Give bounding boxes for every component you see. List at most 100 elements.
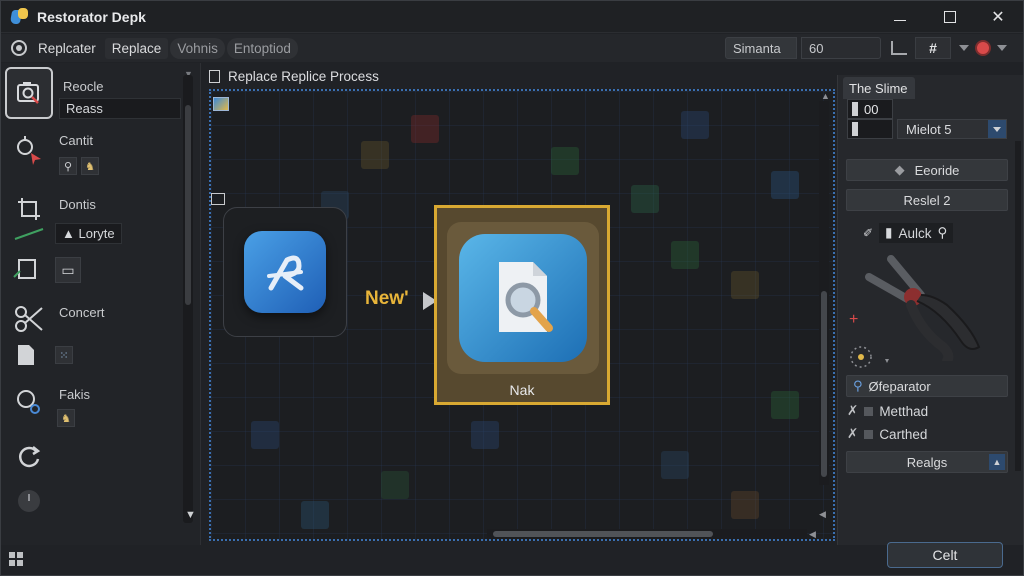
reload-button[interactable]: Realgs ▲ <box>846 451 1008 473</box>
scroll-down-icon[interactable]: ▼ <box>185 509 196 521</box>
tool-concert[interactable]: Concert <box>9 299 105 339</box>
tool-sub-item-loryte[interactable]: ▲ Loryte <box>55 223 122 244</box>
grid-dots-icon[interactable]: ⁙ <box>55 346 73 364</box>
frame-icon[interactable] <box>211 193 225 205</box>
chevron-down-icon[interactable] <box>997 45 1007 51</box>
source-app-box[interactable] <box>223 207 347 337</box>
menu-item-entoptiod[interactable]: Entoptiod <box>226 37 298 59</box>
tool-fakis[interactable]: Fakis <box>9 381 90 421</box>
menu-item-replace[interactable]: Replace <box>104 37 169 59</box>
search-icon: ⚲ <box>937 225 948 240</box>
grid-toggle-button[interactable]: # <box>915 37 951 59</box>
tool-label: Dontis <box>59 197 96 212</box>
tool-sub-row: Reass <box>59 98 181 119</box>
mode-select-value: Mielot 5 <box>906 121 952 137</box>
tool-sub-label: Loryte <box>78 226 115 241</box>
checkbox[interactable] <box>864 429 874 439</box>
scroll-right-icon[interactable]: ◀ <box>809 529 816 540</box>
tool-panel: ▼ ▼ Reocle Reass Cantit ⚲ ♞ Dontis ▲ Lor… <box>1 63 201 545</box>
line-tool-icon[interactable] <box>13 227 45 241</box>
carthed-row[interactable]: ✗ Carthed <box>847 426 927 442</box>
tool-clock[interactable] <box>9 481 49 521</box>
tool-row: ✐ ▮ Aulck ⚲ <box>863 223 954 243</box>
tool-sub-item-reass[interactable]: Reass <box>59 98 181 119</box>
magic-wand-icon[interactable] <box>845 341 891 371</box>
document-icon[interactable]: ▭ <box>55 257 81 283</box>
document-icon: ▮ <box>885 225 893 240</box>
maximize-button[interactable] <box>927 1 973 33</box>
tool-label: Fakis <box>59 387 91 402</box>
tool-label: Cantit <box>59 133 93 148</box>
separator-button[interactable]: ⚲ Øfeparator <box>846 375 1008 397</box>
background-tile <box>671 241 699 269</box>
settings-icon[interactable] <box>11 40 27 56</box>
ok-button[interactable]: Celt <box>887 542 1003 568</box>
small-tool-icon[interactable]: ⚲ <box>59 157 77 175</box>
small-tool-icon[interactable]: ♞ <box>57 409 75 427</box>
scrollbar-thumb[interactable] <box>185 105 191 305</box>
button-label: Realgs <box>906 454 948 470</box>
file-icon[interactable] <box>15 343 37 367</box>
background-tile <box>731 271 759 299</box>
tool-sub-row: ♞ <box>57 409 75 427</box>
mode-select[interactable]: Mielot 5 <box>897 119 1007 139</box>
field-marker <box>852 102 858 116</box>
scroll-left-icon[interactable]: ◀ <box>819 509 826 520</box>
background-tile <box>301 501 329 529</box>
field-marker <box>852 122 858 136</box>
menu-item-vohnis[interactable]: Vohnis <box>170 37 225 59</box>
small-tool-icon[interactable]: ♞ <box>81 157 99 175</box>
chevron-up-icon[interactable]: ▲ <box>989 454 1005 470</box>
canvas-horizontal-scrollbar[interactable] <box>487 529 807 539</box>
target-app-box[interactable]: Nak <box>434 205 610 405</box>
transition-label: New' <box>365 288 409 309</box>
value-field[interactable]: 00 <box>847 99 893 119</box>
minimize-button[interactable] <box>877 1 923 33</box>
method-row[interactable]: ✗ Metthad <box>847 403 928 419</box>
tool-sub-row: ▭ <box>11 257 81 283</box>
scrollbar-thumb[interactable] <box>493 531 713 537</box>
file-search-icon <box>459 234 587 362</box>
menu-bar: Replcater Replace Vohnis Entoptiod Siman… <box>1 34 1023 62</box>
tool-sub-row: ⚲ ♞ <box>59 157 99 175</box>
close-button[interactable]: ✕ <box>975 1 1021 33</box>
pin-icon: ✗ <box>847 426 859 441</box>
grid-view-icon[interactable] <box>9 552 23 566</box>
eye-icon: ◆ <box>894 162 905 177</box>
tab-the-slime[interactable]: The Slime <box>843 77 915 99</box>
tool-panel-scrollbar[interactable] <box>183 75 193 523</box>
row-label: Carthed <box>879 426 928 442</box>
plus-icon[interactable]: + <box>849 311 858 329</box>
scroll-up-icon[interactable]: ▲ <box>821 91 830 101</box>
tool-refresh[interactable] <box>9 437 49 477</box>
background-tile <box>681 111 709 139</box>
resize-icon[interactable] <box>11 257 41 283</box>
row-label: Metthad <box>879 403 929 419</box>
record-icon[interactable] <box>975 40 991 56</box>
canvas-vertical-scrollbar[interactable] <box>819 101 829 485</box>
value-input[interactable]: 60 <box>801 37 881 59</box>
quick-tool-button[interactable]: ▮ Aulck ⚲ <box>879 223 954 243</box>
properties-scrollbar[interactable] <box>1015 141 1021 471</box>
search-icon: ⚲ <box>853 378 863 393</box>
background-tile <box>771 391 799 419</box>
crop-icon[interactable] <box>891 41 907 55</box>
title-bar: Restorator Depk ✕ <box>1 1 1023 33</box>
scrollbar-thumb[interactable] <box>821 291 827 477</box>
image-icon[interactable] <box>213 97 229 111</box>
eeoride-button[interactable]: ◆ Eeoride <box>846 159 1008 181</box>
chevron-down-icon[interactable] <box>988 120 1006 138</box>
app-title: Restorator Depk <box>37 8 146 25</box>
menu-item-replcater[interactable]: Replcater <box>31 38 103 59</box>
chevron-down-icon[interactable] <box>959 45 969 51</box>
cursor-target-icon <box>9 129 49 169</box>
pin-icon[interactable]: ✐ <box>863 226 873 240</box>
reslel-button[interactable]: Reslel 2 <box>846 189 1008 211</box>
canvas-header: Replace Replice Process <box>205 65 379 87</box>
background-tile <box>631 185 659 213</box>
tool-sub-row: ⁙ <box>15 343 73 367</box>
background-tile <box>771 171 799 199</box>
checkbox[interactable] <box>864 406 874 416</box>
clock-icon <box>9 481 49 521</box>
secondary-field[interactable] <box>847 119 893 139</box>
